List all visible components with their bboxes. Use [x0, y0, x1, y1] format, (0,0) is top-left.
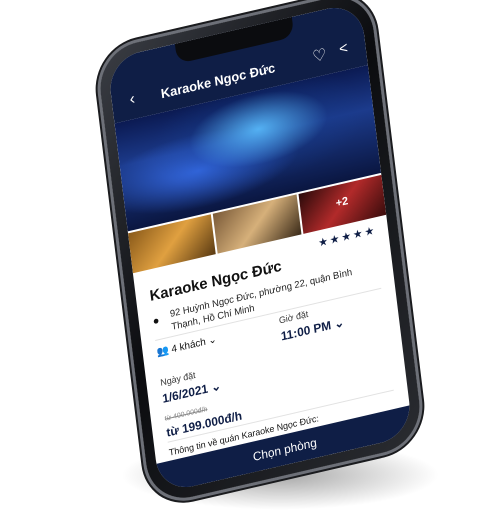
back-icon[interactable]: ‹: [129, 90, 136, 109]
chevron-down-icon: ⌄: [210, 378, 222, 395]
share-icon[interactable]: <: [338, 39, 349, 58]
location-pin-icon: ●: [152, 314, 161, 328]
guests-value: 4 khách: [170, 336, 207, 356]
heart-icon[interactable]: ♡: [311, 44, 327, 67]
phone-frame: ‹ Karaoke Ngọc Đức ♡ < +2 ★★★★★ Karaoke …: [95, 0, 425, 507]
stage: ‹ Karaoke Ngọc Đức ♡ < +2 ★★★★★ Karaoke …: [0, 0, 479, 522]
chevron-down-icon: ⌄: [207, 334, 218, 347]
more-photos-count: +2: [335, 195, 349, 210]
phone-screen: ‹ Karaoke Ngọc Đức ♡ < +2 ★★★★★ Karaoke …: [106, 1, 414, 494]
guests-icon: 👥: [156, 345, 170, 359]
chevron-down-icon: ⌄: [333, 315, 345, 332]
